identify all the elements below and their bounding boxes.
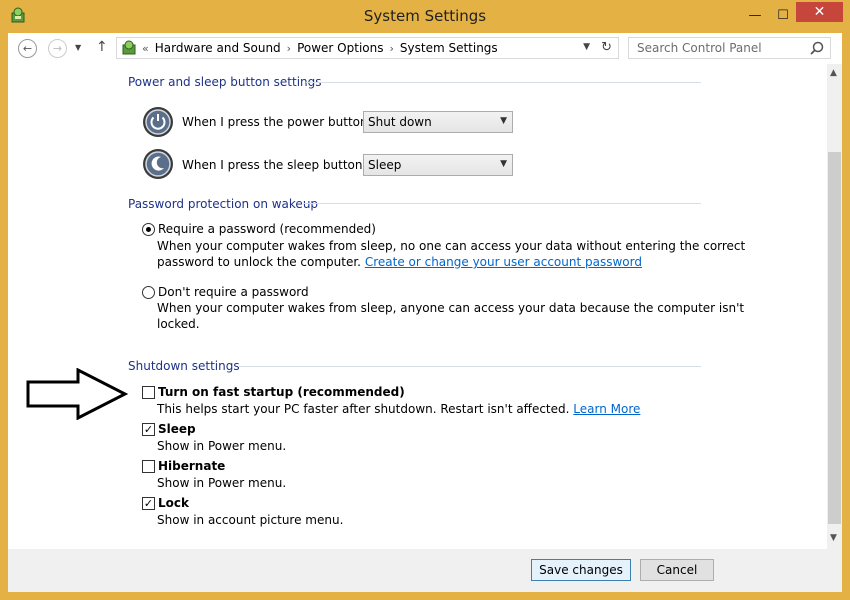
require-password-description-line2: password to unlock the computer. Create … bbox=[157, 254, 642, 270]
section-divider bbox=[306, 82, 701, 83]
settings-content: Power and sleep button settings When I p… bbox=[8, 64, 842, 549]
section-divider bbox=[304, 203, 701, 204]
sleep-button-icon bbox=[143, 149, 173, 179]
radio-selected-dot bbox=[146, 227, 151, 232]
save-changes-button[interactable]: Save changes bbox=[531, 559, 631, 581]
chevron-down-icon[interactable]: ▼ bbox=[583, 42, 590, 52]
search-input[interactable]: Search Control Panel bbox=[628, 37, 831, 59]
fast-startup-checkbox[interactable] bbox=[142, 386, 155, 399]
learn-more-link[interactable]: Learn More bbox=[573, 402, 640, 416]
sleep-description: Show in Power menu. bbox=[157, 439, 287, 453]
chevron-down-icon: ▼ bbox=[500, 116, 507, 126]
fast-startup-label[interactable]: Turn on fast startup (recommended) bbox=[158, 384, 405, 400]
fast-startup-description: This helps start your PC faster after sh… bbox=[157, 402, 570, 416]
refresh-icon[interactable]: ↻ bbox=[601, 40, 612, 55]
sleep-button-label: When I press the sleep button: bbox=[182, 158, 367, 172]
lock-checkbox[interactable]: ✓ bbox=[142, 497, 155, 510]
dont-require-password-description-line2: locked. bbox=[157, 317, 200, 331]
require-password-radio[interactable] bbox=[142, 223, 155, 236]
dont-require-password-label[interactable]: Don't require a password bbox=[158, 284, 309, 300]
dont-require-password-description: When your computer wakes from sleep, any… bbox=[157, 301, 745, 315]
require-password-label[interactable]: Require a password (recommended) bbox=[158, 221, 376, 237]
window-title: System Settings bbox=[363, 7, 487, 25]
sleep-checkbox[interactable]: ✓ bbox=[142, 423, 155, 436]
vertical-scrollbar[interactable]: ▲ ▼ bbox=[827, 64, 842, 549]
scroll-down-icon[interactable]: ▼ bbox=[830, 533, 837, 543]
search-icon[interactable] bbox=[810, 41, 824, 55]
dont-require-password-radio[interactable] bbox=[142, 286, 155, 299]
section-divider bbox=[238, 366, 701, 367]
power-button-action-select[interactable]: Shut down ▼ bbox=[363, 111, 513, 133]
forward-button[interactable]: → bbox=[48, 39, 67, 58]
hibernate-description: Show in Power menu. bbox=[157, 476, 287, 490]
dialog-footer: Save changes Cancel bbox=[8, 549, 842, 592]
search-placeholder: Search Control Panel bbox=[637, 41, 762, 55]
address-bar[interactable]: « Hardware and Sound › Power Options › S… bbox=[116, 37, 619, 59]
sleep-button-action-select[interactable]: Sleep ▼ bbox=[363, 154, 513, 176]
cancel-button[interactable]: Cancel bbox=[640, 559, 714, 581]
breadcrumb-separator[interactable]: › bbox=[389, 42, 393, 55]
control-panel-icon bbox=[122, 40, 136, 55]
password-section-heading: Password protection on wakeup bbox=[128, 197, 319, 211]
hibernate-label[interactable]: Hibernate bbox=[158, 458, 225, 474]
shutdown-section-heading: Shutdown settings bbox=[128, 359, 240, 373]
fast-startup-description-row: This helps start your PC faster after sh… bbox=[157, 401, 640, 417]
require-password-description: When your computer wakes from sleep, no … bbox=[157, 239, 746, 253]
breadcrumb-system-settings[interactable]: System Settings bbox=[400, 41, 498, 55]
breadcrumb-prefix: « bbox=[142, 41, 149, 55]
require-password-description-text: password to unlock the computer. bbox=[157, 255, 361, 269]
scroll-thumb[interactable] bbox=[828, 152, 841, 524]
back-button[interactable]: ← bbox=[18, 39, 37, 58]
sleep-label[interactable]: Sleep bbox=[158, 421, 196, 437]
navigation-bar: ← → ▼ ↑ « Hardware and Sound › Power Opt… bbox=[8, 33, 842, 64]
power-button-label: When I press the power button: bbox=[182, 115, 372, 129]
close-button[interactable]: ✕ bbox=[796, 2, 843, 22]
lock-description: Show in account picture menu. bbox=[157, 513, 344, 527]
title-bar: System Settings — ☐ ✕ bbox=[0, 0, 850, 33]
power-button-icon bbox=[143, 107, 173, 137]
power-section-heading: Power and sleep button settings bbox=[128, 75, 322, 89]
annotation-arrow-icon bbox=[26, 368, 128, 420]
chevron-down-icon: ▼ bbox=[500, 159, 507, 169]
lock-label[interactable]: Lock bbox=[158, 495, 189, 511]
minimize-button[interactable]: — bbox=[742, 5, 768, 26]
scroll-up-icon[interactable]: ▲ bbox=[830, 68, 837, 78]
breadcrumb-power-options[interactable]: Power Options bbox=[297, 41, 383, 55]
change-password-link[interactable]: Create or change your user account passw… bbox=[365, 255, 642, 269]
power-button-action-value: Shut down bbox=[368, 115, 432, 129]
maximize-button[interactable]: ☐ bbox=[770, 5, 796, 26]
breadcrumb-separator[interactable]: › bbox=[287, 42, 291, 55]
hibernate-checkbox[interactable] bbox=[142, 460, 155, 473]
recent-locations-icon[interactable]: ▼ bbox=[75, 43, 81, 52]
breadcrumb-hardware-and-sound[interactable]: Hardware and Sound bbox=[155, 41, 281, 55]
up-button[interactable]: ↑ bbox=[96, 39, 108, 55]
sleep-button-action-value: Sleep bbox=[368, 158, 402, 172]
